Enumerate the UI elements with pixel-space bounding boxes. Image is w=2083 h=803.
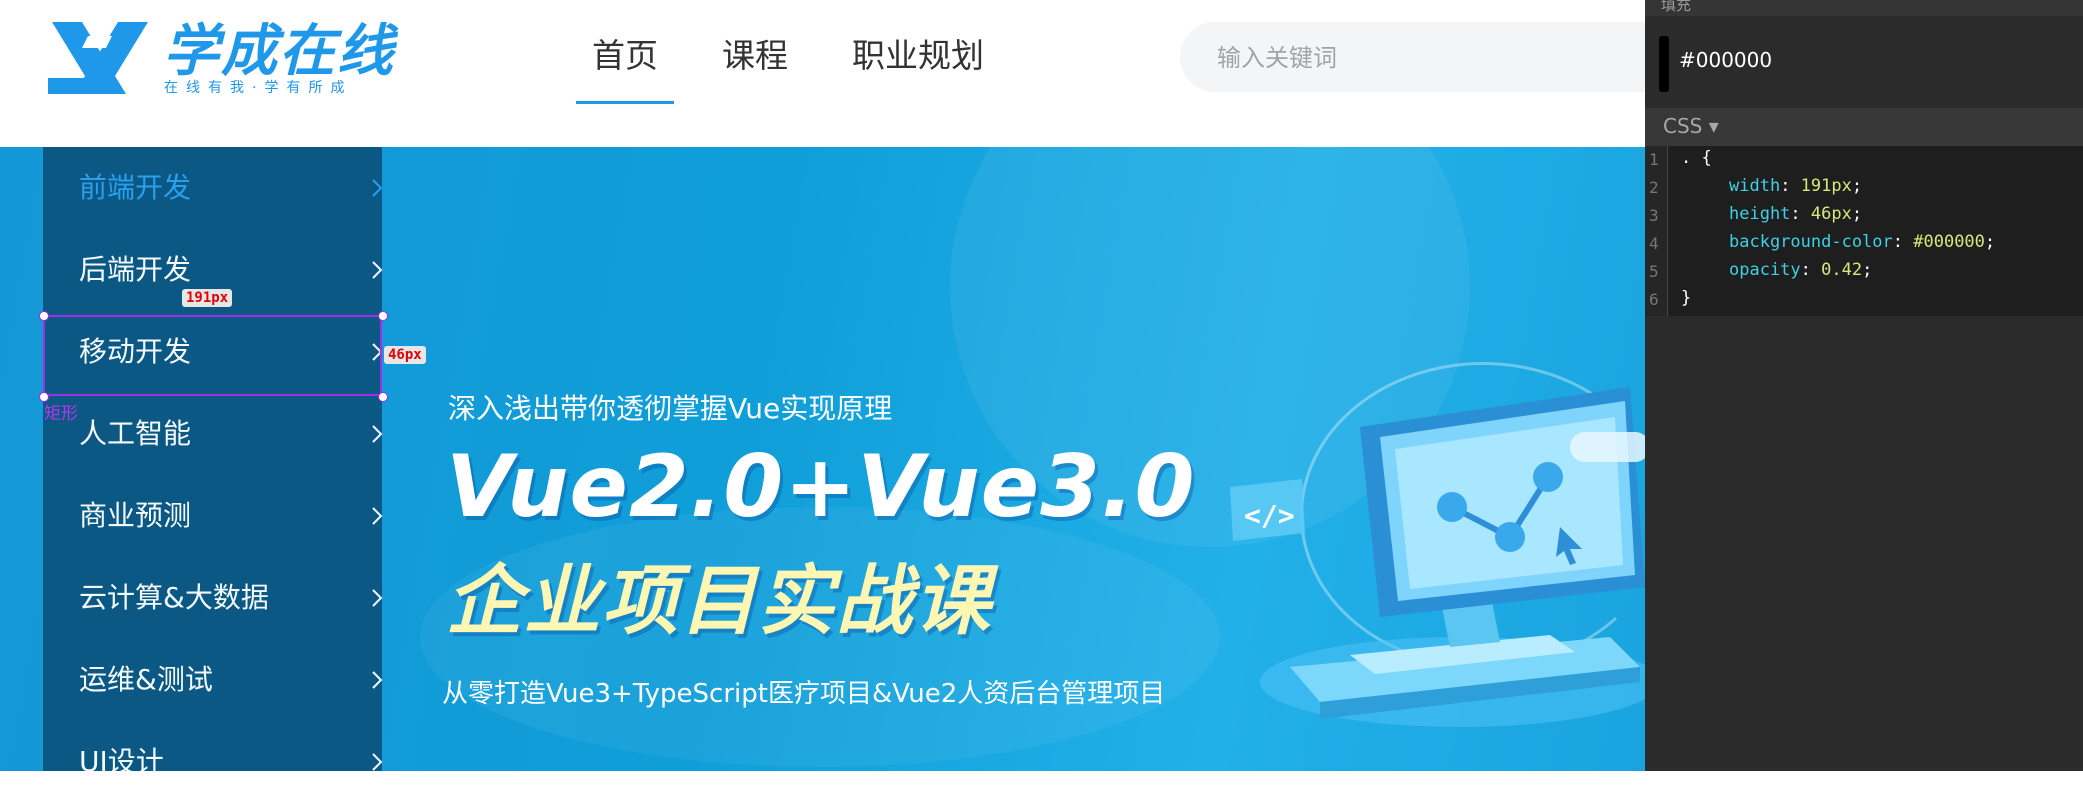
css-value: 0.42: [1821, 260, 1863, 280]
sidebar-item-label: UI设计: [79, 745, 164, 778]
css-value: 46px: [1810, 204, 1852, 224]
code-line: background-color: #000000;: [1729, 232, 1996, 252]
line-number: 6: [1649, 290, 1659, 309]
code-text: . {: [1681, 148, 1712, 168]
main-nav: 首页 课程 职业规划: [576, 30, 1032, 104]
color-swatch[interactable]: [1659, 36, 1669, 92]
chevron-right-icon: [372, 753, 383, 771]
sidebar-item-label: 人工智能: [79, 417, 192, 450]
resize-handle[interactable]: [378, 311, 388, 321]
line-number: 5: [1649, 262, 1659, 281]
line-number: 2: [1649, 178, 1659, 197]
css-property: height: [1729, 204, 1791, 224]
sidebar-item-business-forecast[interactable]: 商业预测: [43, 475, 383, 557]
fill-color-value[interactable]: #000000: [1679, 48, 1772, 72]
banner-title-line2: 企业项目实战课: [446, 556, 992, 645]
nav-item-career[interactable]: 职业规划: [836, 30, 1000, 94]
sidebar-item-ops-testing[interactable]: 运维&测试: [43, 639, 383, 721]
css-value: 191px: [1800, 176, 1852, 196]
chevron-right-icon: [372, 261, 383, 279]
logo-slogan: 在线有我·学有所成: [164, 80, 353, 96]
sidebar-item-label: 运维&测试: [79, 663, 213, 696]
width-measure-label: 191px: [182, 289, 233, 307]
layer-name-label: 矩形: [44, 404, 78, 424]
nav-item-courses[interactable]: 课程: [706, 30, 804, 94]
inspector-panel: 填充 #000000 CSS ▾ 1 2 3 4 5 6 . { width: …: [1645, 0, 2083, 771]
chevron-right-icon: [372, 179, 383, 197]
css-property: opacity: [1729, 260, 1801, 280]
logo-x-icon: [48, 22, 148, 94]
resize-handle[interactable]: [378, 392, 388, 402]
css-value: #000000: [1913, 232, 1985, 252]
code-line: width: 191px;: [1729, 176, 1863, 196]
sidebar-item-label: 云计算&大数据: [79, 581, 269, 614]
sidebar-item-label: 前端开发: [79, 171, 192, 204]
code-text: }: [1681, 288, 1692, 308]
svg-text:</>: </>: [1244, 499, 1295, 532]
fill-section-label: 填充: [1661, 0, 1692, 14]
css-property: background-color: [1729, 232, 1893, 252]
code-line: . {: [1681, 148, 1712, 168]
category-sidebar: 前端开发 后端开发 移动开发 人工智能 商业预测 云计算&大数据 运维&测试 U…: [43, 147, 383, 778]
line-number: 3: [1649, 206, 1659, 225]
computer-illustration: </>: [1230, 387, 1645, 727]
css-property: width: [1729, 176, 1781, 196]
css-section-header[interactable]: CSS ▾: [1645, 108, 2083, 146]
code-line: opacity: 0.42;: [1729, 260, 1873, 280]
css-code-block[interactable]: 1 2 3 4 5 6 . { width: 191px; height: 46…: [1645, 146, 2083, 316]
search-box: [1180, 22, 1700, 94]
search-input[interactable]: [1215, 22, 1659, 94]
chevron-right-icon: [372, 671, 383, 689]
fill-row[interactable]: #000000: [1645, 16, 2083, 106]
sidebar-item-ui-design[interactable]: UI设计: [43, 721, 383, 803]
sidebar-item-ai[interactable]: 人工智能: [43, 393, 383, 475]
height-measure-label: 46px: [384, 346, 426, 364]
nav-item-home[interactable]: 首页: [576, 30, 674, 104]
banner-subtitle: 深入浅出带你透彻掌握Vue实现原理: [448, 392, 893, 425]
logo-title: 学成在线: [163, 19, 395, 84]
banner-description: 从零打造Vue3+TypeScript医疗项目&Vue2人资后台管理项目: [442, 679, 1166, 709]
line-number: 1: [1649, 150, 1659, 169]
code-line: }: [1681, 288, 1691, 308]
logo[interactable]: 学成在线 在线有我·学有所成: [48, 18, 398, 98]
code-line: height: 46px;: [1729, 204, 1863, 224]
resize-handle[interactable]: [39, 311, 49, 321]
panel-section-header: 填充: [1645, 0, 2083, 16]
sidebar-item-label: 商业预测: [79, 499, 192, 532]
line-number: 4: [1649, 234, 1659, 253]
selection-rectangle[interactable]: [43, 315, 382, 396]
banner-title-line1: Vue2.0+Vue3.0: [446, 437, 1196, 537]
chevron-right-icon: [372, 589, 383, 607]
sidebar-item-frontend[interactable]: 前端开发: [43, 147, 383, 229]
chevron-right-icon: [372, 425, 383, 443]
site-header: 学成在线 在线有我·学有所成 首页 课程 职业规划: [0, 0, 1700, 147]
sidebar-item-cloud-bigdata[interactable]: 云计算&大数据: [43, 557, 383, 639]
chevron-right-icon: [372, 507, 383, 525]
sidebar-item-label: 后端开发: [79, 253, 192, 286]
css-dropdown-label[interactable]: CSS ▾: [1663, 114, 1719, 138]
